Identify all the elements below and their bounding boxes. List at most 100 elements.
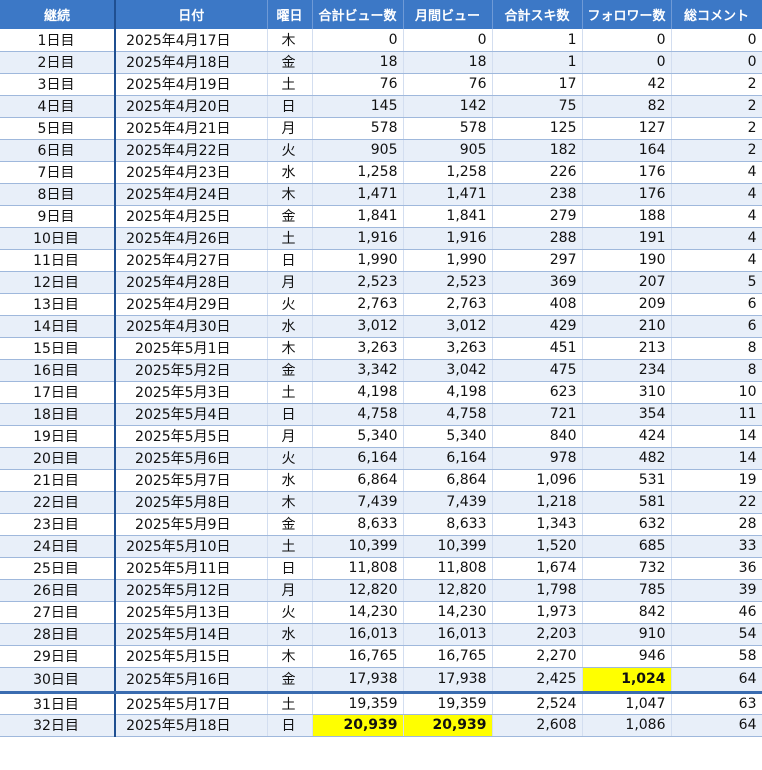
total-likes-cell[interactable]: 623	[492, 381, 583, 404]
day-count-cell[interactable]: 3日目	[0, 73, 116, 96]
weekday-cell[interactable]: 水	[267, 469, 313, 492]
total-comments-cell[interactable]: 58	[671, 645, 762, 668]
date-cell[interactable]: 2025年4月27日	[115, 249, 268, 272]
weekday-cell[interactable]: 日	[267, 403, 313, 426]
day-count-cell[interactable]: 13日目	[0, 293, 116, 316]
date-cell[interactable]: 2025年4月28日	[115, 271, 268, 294]
total-comments-cell[interactable]: 33	[671, 535, 762, 558]
total-views-cell[interactable]: 4,198	[312, 381, 404, 404]
total-likes-cell[interactable]: 978	[492, 447, 583, 470]
followers-cell[interactable]: 188	[582, 205, 672, 228]
followers-cell[interactable]: 424	[582, 425, 672, 448]
date-cell[interactable]: 2025年5月6日	[115, 447, 268, 470]
header-weekday[interactable]: 曜日	[267, 0, 313, 29]
followers-cell[interactable]: 213	[582, 337, 672, 360]
date-cell[interactable]: 2025年5月5日	[115, 425, 268, 448]
weekday-cell[interactable]: 木	[267, 491, 313, 514]
followers-cell[interactable]: 210	[582, 315, 672, 338]
monthly-views-cell[interactable]: 1,258	[403, 161, 493, 184]
total-comments-cell[interactable]: 64	[671, 714, 762, 737]
date-cell[interactable]: 2025年5月13日	[115, 601, 268, 624]
day-count-cell[interactable]: 22日目	[0, 491, 116, 514]
monthly-views-cell[interactable]: 3,012	[403, 315, 493, 338]
monthly-views-cell[interactable]: 76	[403, 73, 493, 96]
total-comments-cell[interactable]: 6	[671, 293, 762, 316]
date-cell[interactable]: 2025年4月18日	[115, 51, 268, 74]
total-views-cell[interactable]: 6,164	[312, 447, 404, 470]
total-likes-cell[interactable]: 238	[492, 183, 583, 206]
monthly-views-cell[interactable]: 3,042	[403, 359, 493, 382]
monthly-views-cell[interactable]: 1,916	[403, 227, 493, 250]
total-comments-cell[interactable]: 14	[671, 447, 762, 470]
monthly-views-cell[interactable]: 142	[403, 95, 493, 118]
followers-cell[interactable]: 310	[582, 381, 672, 404]
monthly-views-cell[interactable]: 1,841	[403, 205, 493, 228]
total-comments-cell[interactable]: 2	[671, 95, 762, 118]
followers-cell[interactable]: 1,086	[582, 714, 672, 737]
total-comments-cell[interactable]: 8	[671, 337, 762, 360]
total-views-cell[interactable]: 145	[312, 95, 404, 118]
followers-cell[interactable]: 209	[582, 293, 672, 316]
total-views-cell[interactable]: 76	[312, 73, 404, 96]
day-count-cell[interactable]: 11日目	[0, 249, 116, 272]
monthly-views-cell[interactable]: 2,763	[403, 293, 493, 316]
monthly-views-cell[interactable]: 16,013	[403, 623, 493, 646]
followers-cell[interactable]: 632	[582, 513, 672, 536]
total-comments-cell[interactable]: 4	[671, 249, 762, 272]
total-views-cell[interactable]: 5,340	[312, 425, 404, 448]
followers-cell[interactable]: 1,047	[582, 692, 672, 715]
monthly-views-cell[interactable]: 3,263	[403, 337, 493, 360]
total-likes-cell[interactable]: 1,096	[492, 469, 583, 492]
date-cell[interactable]: 2025年4月17日	[115, 29, 268, 52]
weekday-cell[interactable]: 日	[267, 249, 313, 272]
weekday-cell[interactable]: 火	[267, 293, 313, 316]
weekday-cell[interactable]: 月	[267, 117, 313, 140]
total-comments-cell[interactable]: 63	[671, 692, 762, 715]
date-cell[interactable]: 2025年4月20日	[115, 95, 268, 118]
followers-cell[interactable]: 234	[582, 359, 672, 382]
weekday-cell[interactable]: 木	[267, 337, 313, 360]
followers-cell[interactable]: 191	[582, 227, 672, 250]
day-count-cell[interactable]: 1日目	[0, 29, 116, 52]
total-views-cell[interactable]: 578	[312, 117, 404, 140]
total-views-cell[interactable]: 1,990	[312, 249, 404, 272]
followers-cell[interactable]: 0	[582, 51, 672, 74]
followers-cell[interactable]: 581	[582, 491, 672, 514]
header-total-views[interactable]: 合計ビュー数	[312, 0, 404, 29]
total-likes-cell[interactable]: 451	[492, 337, 583, 360]
day-count-cell[interactable]: 5日目	[0, 117, 116, 140]
date-cell[interactable]: 2025年5月1日	[115, 337, 268, 360]
weekday-cell[interactable]: 金	[267, 359, 313, 382]
day-count-cell[interactable]: 12日目	[0, 271, 116, 294]
followers-cell[interactable]: 42	[582, 73, 672, 96]
total-views-cell[interactable]: 12,820	[312, 579, 404, 602]
monthly-views-cell[interactable]: 14,230	[403, 601, 493, 624]
weekday-cell[interactable]: 日	[267, 557, 313, 580]
followers-cell[interactable]: 531	[582, 469, 672, 492]
total-likes-cell[interactable]: 408	[492, 293, 583, 316]
date-cell[interactable]: 2025年4月22日	[115, 139, 268, 162]
date-cell[interactable]: 2025年4月19日	[115, 73, 268, 96]
date-cell[interactable]: 2025年4月24日	[115, 183, 268, 206]
weekday-cell[interactable]: 金	[267, 667, 313, 694]
followers-cell[interactable]: 842	[582, 601, 672, 624]
monthly-views-cell[interactable]: 19,359	[403, 692, 493, 715]
day-count-cell[interactable]: 17日目	[0, 381, 116, 404]
date-cell[interactable]: 2025年5月15日	[115, 645, 268, 668]
total-views-cell[interactable]: 1,471	[312, 183, 404, 206]
followers-cell[interactable]: 127	[582, 117, 672, 140]
followers-cell[interactable]: 0	[582, 29, 672, 52]
monthly-views-cell[interactable]: 18	[403, 51, 493, 74]
total-likes-cell[interactable]: 226	[492, 161, 583, 184]
monthly-views-cell[interactable]: 4,198	[403, 381, 493, 404]
total-comments-cell[interactable]: 11	[671, 403, 762, 426]
day-count-cell[interactable]: 15日目	[0, 337, 116, 360]
day-count-cell[interactable]: 6日目	[0, 139, 116, 162]
header-followers[interactable]: フォロワー数	[582, 0, 672, 29]
total-views-cell[interactable]: 19,359	[312, 692, 404, 715]
day-count-cell[interactable]: 14日目	[0, 315, 116, 338]
monthly-views-cell[interactable]: 4,758	[403, 403, 493, 426]
day-count-cell[interactable]: 24日目	[0, 535, 116, 558]
total-likes-cell[interactable]: 840	[492, 425, 583, 448]
total-comments-cell[interactable]: 4	[671, 161, 762, 184]
